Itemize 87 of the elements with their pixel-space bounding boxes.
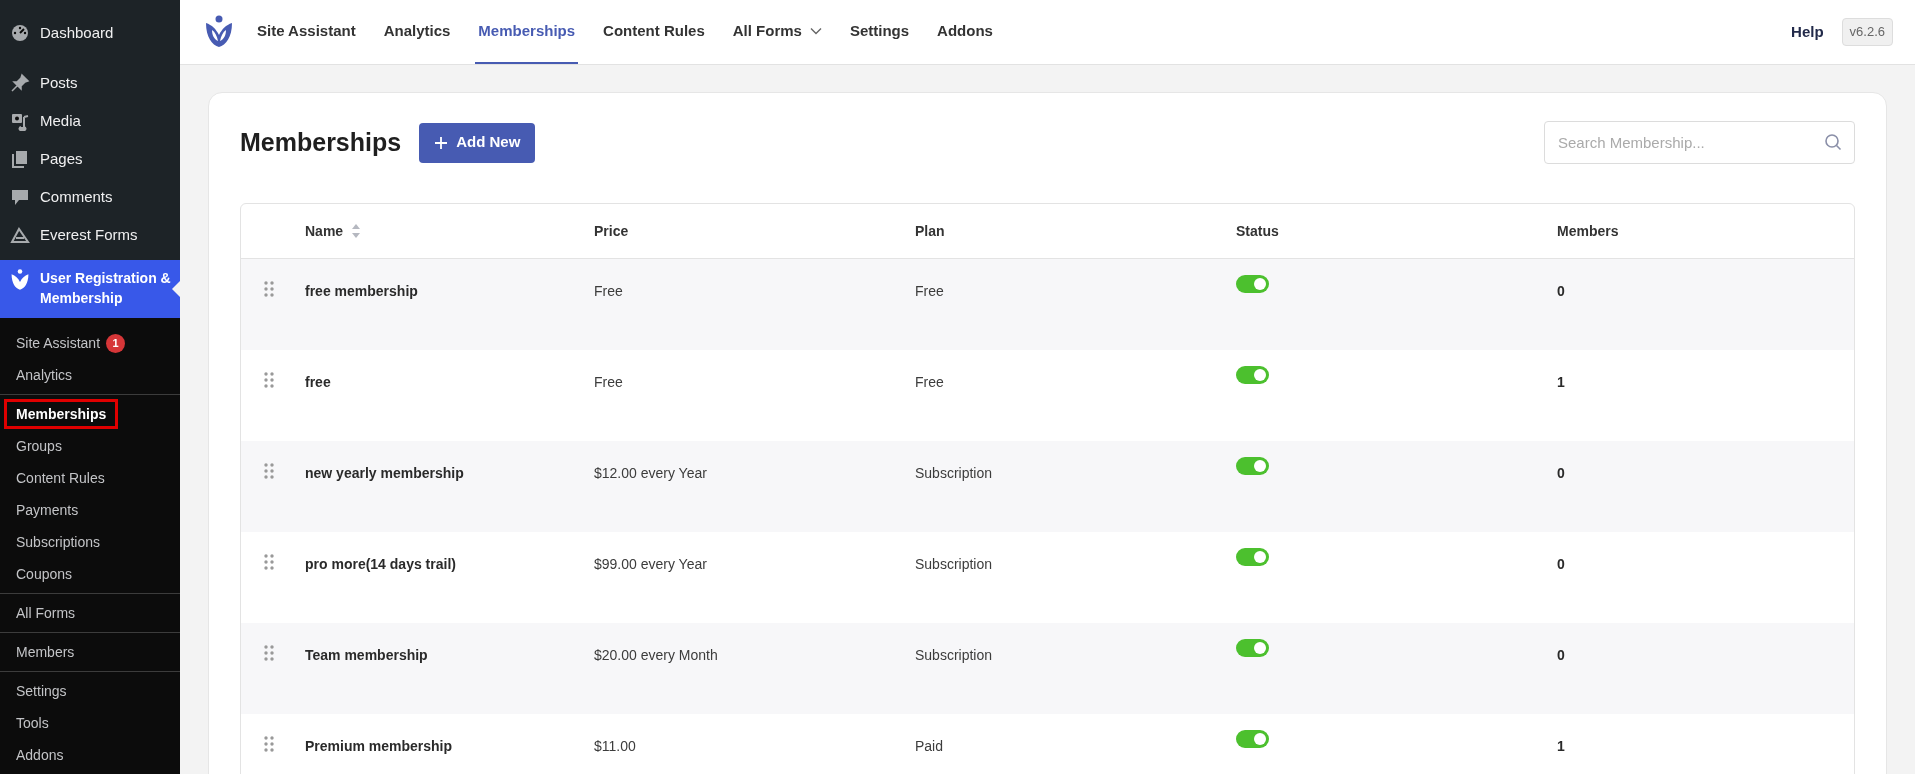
- logo-icon[interactable]: [204, 15, 234, 49]
- menu-item[interactable]: Media: [0, 102, 180, 140]
- membership-name: new yearly membership: [305, 465, 464, 481]
- drag-handle-icon[interactable]: [264, 463, 274, 479]
- price-text: $12.00 every Year: [594, 465, 707, 481]
- logo-icon: [10, 269, 30, 291]
- plan-text: Subscription: [915, 647, 993, 663]
- gauge-icon: [10, 23, 30, 43]
- submenu-item[interactable]: Settings: [4, 676, 79, 706]
- search-icon: [1824, 133, 1842, 151]
- price-text: $99.00 every Year: [594, 556, 707, 572]
- nav-tab[interactable]: All Forms: [729, 0, 825, 64]
- submenu-item[interactable]: Groups: [4, 431, 74, 461]
- menu-item[interactable]: Everest Forms: [0, 216, 180, 254]
- comment-icon: [10, 187, 30, 207]
- membership-name: Team membership: [305, 647, 428, 663]
- price-text: $20.00 every Month: [594, 647, 718, 663]
- status-toggle[interactable]: [1236, 366, 1269, 384]
- drag-handle-icon[interactable]: [264, 372, 274, 388]
- nav-tab[interactable]: Memberships: [475, 0, 579, 64]
- submenu-item[interactable]: Subscriptions: [4, 527, 113, 557]
- status-toggle[interactable]: [1236, 548, 1269, 566]
- notification-badge: 1: [106, 333, 126, 353]
- drag-handle-icon[interactable]: [264, 645, 274, 661]
- pages-icon: [10, 149, 30, 169]
- drag-handle-icon[interactable]: [264, 736, 274, 752]
- plan-text: Paid: [915, 738, 944, 754]
- pin-icon: [10, 73, 30, 93]
- plan-text: Subscription: [915, 556, 993, 572]
- submenu-item[interactable]: Payments: [4, 495, 91, 525]
- membership-name: pro more(14 days trail): [305, 556, 456, 572]
- drag-handle-icon[interactable]: [264, 554, 274, 570]
- menu-item[interactable]: Dashboard: [0, 14, 180, 52]
- nav-tab[interactable]: Site Assistant: [254, 0, 359, 64]
- drag-handle-icon[interactable]: [264, 281, 274, 297]
- column-header: Price: [594, 221, 629, 241]
- status-toggle[interactable]: [1236, 457, 1269, 475]
- plan-text: Free: [915, 283, 944, 299]
- nav-tab[interactable]: Analytics: [380, 0, 454, 64]
- submenu-item[interactable]: Addons: [4, 740, 76, 770]
- help-link[interactable]: Help: [1791, 20, 1824, 44]
- media-icon: [10, 111, 30, 131]
- chevron-down-icon: [809, 27, 822, 35]
- mountain-icon: [10, 225, 30, 245]
- plan-text: Free: [915, 374, 944, 390]
- add-new-button[interactable]: Add New: [419, 122, 536, 163]
- column-header[interactable]: Name: [305, 220, 344, 242]
- nav-tab[interactable]: Content Rules: [600, 0, 708, 64]
- price-text: Free: [594, 283, 623, 299]
- page-title: Memberships: [240, 126, 402, 158]
- member-count: 0: [1557, 647, 1565, 663]
- column-header: Status: [1236, 221, 1279, 241]
- active-menu-item[interactable]: User Registration & Membership: [0, 260, 180, 318]
- sort-icon[interactable]: [351, 223, 362, 239]
- nav-tab[interactable]: Settings: [846, 0, 913, 64]
- membership-name: free membership: [305, 283, 418, 299]
- column-header: Plan: [915, 221, 945, 241]
- status-toggle[interactable]: [1236, 639, 1269, 657]
- member-count: 0: [1557, 465, 1565, 481]
- membership-name: free: [305, 374, 331, 390]
- submenu-item[interactable]: Memberships: [4, 399, 119, 429]
- submenu-item[interactable]: Tools: [4, 708, 61, 738]
- status-toggle[interactable]: [1236, 730, 1269, 748]
- plan-text: Subscription: [915, 465, 993, 481]
- submenu-item[interactable]: Content Rules: [4, 463, 117, 493]
- member-count: 0: [1557, 283, 1565, 299]
- menu-pointer-icon: [172, 281, 180, 297]
- submenu-item[interactable]: All Forms: [4, 598, 88, 628]
- submenu-item[interactable]: Members: [4, 637, 87, 667]
- submenu-item[interactable]: Analytics: [4, 360, 85, 390]
- menu-item[interactable]: Pages: [0, 140, 180, 178]
- version-badge: v6.2.6: [1841, 18, 1893, 46]
- price-text: $11.00: [594, 738, 636, 754]
- status-toggle[interactable]: [1236, 275, 1269, 293]
- member-count: 1: [1557, 374, 1565, 390]
- nav-tab[interactable]: Addons: [934, 0, 996, 64]
- menu-item[interactable]: Comments: [0, 178, 180, 216]
- search-field[interactable]: Search Membership...: [1544, 121, 1855, 164]
- menu-item[interactable]: Posts: [0, 64, 180, 102]
- member-count: 0: [1557, 556, 1565, 572]
- price-text: Free: [594, 374, 623, 390]
- member-count: 1: [1557, 738, 1565, 754]
- plus-icon: [434, 135, 449, 150]
- submenu-item[interactable]: Site Assistant 1: [4, 328, 138, 358]
- membership-name: Premium membership: [305, 738, 453, 754]
- column-header: Members: [1557, 221, 1619, 241]
- submenu-item[interactable]: Coupons: [4, 559, 85, 589]
